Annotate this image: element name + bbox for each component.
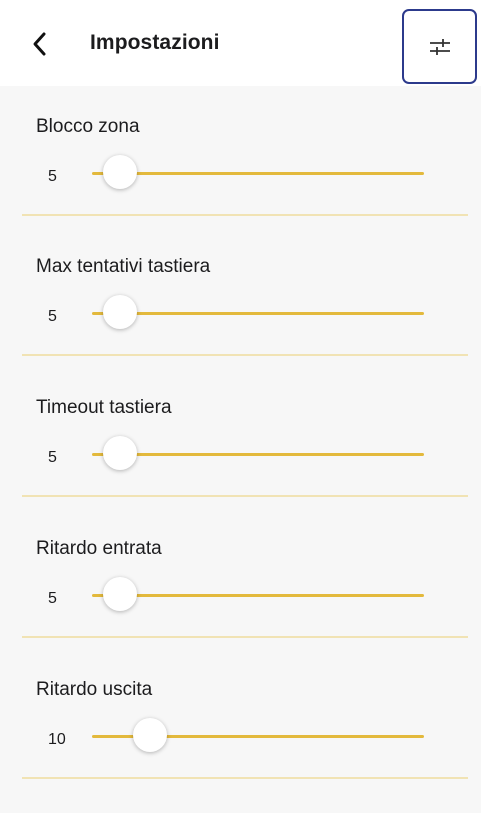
- setting-ritardo-entrata: Ritardo entrata 5: [22, 508, 468, 648]
- slider-track[interactable]: [92, 312, 424, 315]
- setting-blocco-zona: Blocco zona 5: [22, 86, 468, 226]
- setting-label: Max tentativi tastiera: [36, 256, 211, 277]
- setting-label: Ritardo entrata: [36, 538, 162, 559]
- setting-value: 5: [48, 308, 57, 325]
- slider-track[interactable]: [92, 172, 424, 175]
- slider-thumb[interactable]: [103, 436, 137, 470]
- app-header: Impostazioni: [0, 0, 481, 86]
- setting-value: 5: [48, 590, 57, 607]
- setting-ritardo-uscita: Ritardo uscita 10: [22, 649, 468, 789]
- page-title: Impostazioni: [90, 31, 220, 54]
- timeout-tastiera-slider[interactable]: [92, 436, 424, 472]
- ritardo-uscita-slider[interactable]: [92, 718, 424, 754]
- settings-list: Blocco zona 5 Max tentativi tastiera 5 T…: [0, 86, 481, 813]
- slider-thumb[interactable]: [103, 155, 137, 189]
- slider-thumb[interactable]: [103, 577, 137, 611]
- divider: [22, 777, 468, 779]
- slider-thumb[interactable]: [103, 295, 137, 329]
- setting-max-tentativi-tastiera: Max tentativi tastiera 5: [22, 226, 468, 366]
- divider: [22, 354, 468, 356]
- setting-value: 10: [48, 731, 66, 748]
- filter-button[interactable]: [402, 9, 477, 84]
- max-tentativi-tastiera-slider[interactable]: [92, 295, 424, 331]
- setting-label: Blocco zona: [36, 116, 140, 137]
- ritardo-entrata-slider[interactable]: [92, 577, 424, 613]
- divider: [22, 214, 468, 216]
- slider-track[interactable]: [92, 594, 424, 597]
- divider: [22, 636, 468, 638]
- setting-value: 5: [48, 168, 57, 185]
- chevron-left-icon: [33, 32, 46, 56]
- divider: [22, 495, 468, 497]
- sliders-icon: [429, 38, 450, 55]
- back-button[interactable]: [24, 28, 56, 60]
- setting-value: 5: [48, 449, 57, 466]
- setting-label: Ritardo uscita: [36, 679, 153, 700]
- setting-timeout-tastiera: Timeout tastiera 5: [22, 367, 468, 507]
- blocco-zona-slider[interactable]: [92, 155, 424, 191]
- slider-thumb[interactable]: [133, 718, 168, 752]
- slider-track[interactable]: [92, 453, 424, 456]
- setting-label: Timeout tastiera: [36, 397, 172, 418]
